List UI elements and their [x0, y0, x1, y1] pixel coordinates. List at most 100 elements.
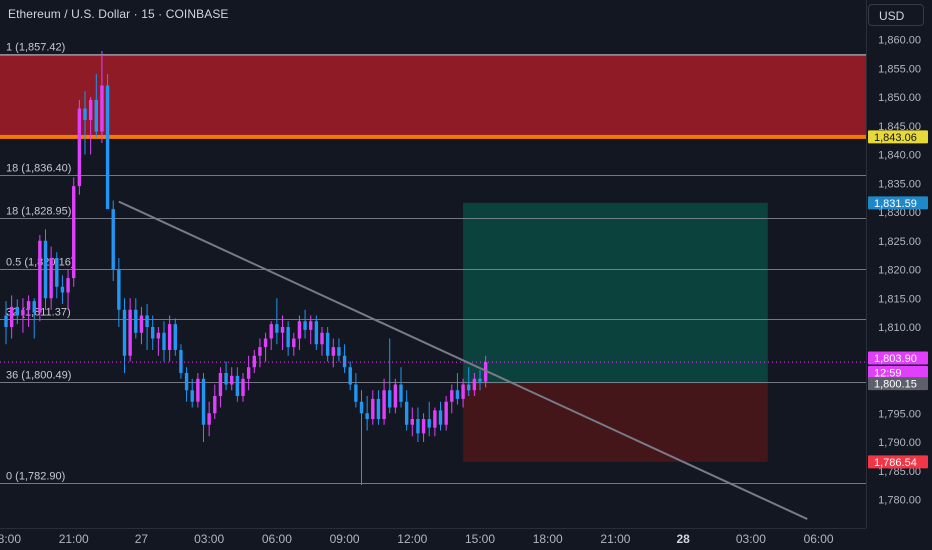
candle[interactable]	[241, 373, 245, 402]
candle[interactable]	[365, 396, 369, 431]
candle[interactable]	[43, 229, 48, 310]
candle[interactable]	[252, 350, 256, 373]
candle[interactable]	[388, 338, 392, 414]
candle[interactable]	[162, 321, 166, 362]
candle[interactable]	[297, 315, 302, 351]
candle[interactable]	[438, 401, 443, 431]
candle[interactable]	[235, 367, 240, 402]
candle-body	[359, 401, 364, 414]
candle[interactable]	[128, 298, 132, 362]
candle[interactable]	[455, 373, 460, 405]
candle[interactable]	[218, 367, 223, 408]
candle[interactable]	[38, 235, 42, 322]
candle[interactable]	[179, 344, 183, 379]
candle[interactable]	[258, 338, 262, 368]
candle[interactable]	[66, 269, 70, 310]
candle[interactable]	[269, 321, 273, 350]
candle[interactable]	[303, 309, 307, 339]
candle[interactable]	[117, 258, 121, 327]
fib-level-label: 0 (1,782.90)	[6, 471, 65, 483]
candle-body	[348, 367, 352, 385]
candle-body	[382, 390, 386, 419]
candle[interactable]	[359, 390, 364, 486]
candle-body	[134, 309, 138, 333]
candle[interactable]	[207, 401, 211, 437]
price-tick-label: 1,825.00	[878, 236, 921, 248]
candle[interactable]	[354, 373, 358, 408]
time-axis[interactable]: 18:00 21:00 27 03:00 06:00 09:00 12:00 15:00 18:…	[0, 528, 866, 550]
candle[interactable]	[286, 321, 290, 356]
candle-body	[246, 367, 251, 379]
candle-body	[60, 286, 65, 293]
candle[interactable]	[376, 390, 381, 425]
candle[interactable]	[348, 361, 352, 391]
candle[interactable]	[156, 327, 161, 356]
candle[interactable]	[325, 327, 330, 362]
candle[interactable]	[371, 390, 375, 425]
candle[interactable]	[184, 367, 189, 402]
candle[interactable]	[292, 332, 296, 356]
candle[interactable]	[404, 390, 409, 431]
candle[interactable]	[201, 373, 206, 442]
candle[interactable]	[9, 295, 14, 339]
candle[interactable]	[111, 200, 115, 282]
candle[interactable]	[15, 299, 19, 325]
candle-body	[427, 419, 431, 428]
price-tick-label: 1,810.00	[878, 322, 921, 334]
price-label-stop-text: 1,786.54	[874, 457, 917, 469]
candle[interactable]	[382, 378, 386, 425]
candle[interactable]	[427, 401, 431, 437]
candle[interactable]	[246, 355, 251, 391]
candle[interactable]	[337, 338, 341, 362]
candle[interactable]	[450, 384, 454, 414]
candle[interactable]	[72, 177, 76, 287]
candle[interactable]	[105, 74, 110, 210]
price-axis[interactable]: 1,780.001,785.001,790.001,795.001,800.00…	[866, 0, 932, 550]
candle[interactable]	[21, 298, 25, 333]
candle[interactable]	[393, 378, 398, 414]
candle[interactable]	[331, 338, 335, 368]
candle[interactable]	[314, 315, 319, 351]
time-tick-label: 09:00	[330, 532, 360, 546]
candle[interactable]	[416, 407, 420, 443]
symbol-title: Ethereum / U.S. Dollar · 15 · COINBASE	[8, 7, 229, 21]
candle[interactable]	[173, 318, 177, 356]
candle[interactable]	[433, 407, 437, 437]
candle-body	[388, 390, 392, 408]
candle[interactable]	[399, 367, 403, 408]
candle[interactable]	[320, 327, 324, 356]
candle[interactable]	[410, 407, 414, 437]
candle[interactable]	[55, 252, 59, 299]
candle-body	[455, 390, 460, 399]
candle[interactable]	[421, 413, 426, 442]
candle[interactable]	[263, 332, 268, 362]
candle-body	[162, 332, 166, 350]
candle[interactable]	[342, 344, 347, 373]
candle[interactable]	[190, 378, 194, 408]
candle[interactable]	[275, 298, 279, 345]
price-chart[interactable]: 1 (1,857.42)18 (1,836.40)18 (1,828.95)0.…	[0, 0, 932, 550]
candle[interactable]	[145, 304, 149, 350]
candle[interactable]	[139, 306, 144, 345]
candle-body	[286, 327, 290, 348]
candle[interactable]	[151, 315, 155, 351]
candle[interactable]	[134, 298, 138, 339]
candle-body	[32, 301, 36, 313]
fib-level-label: 18 (1,836.40)	[6, 163, 71, 175]
candle[interactable]	[213, 384, 217, 420]
candle[interactable]	[167, 315, 172, 362]
candle[interactable]	[280, 315, 285, 351]
candle[interactable]	[77, 99, 82, 195]
candle[interactable]	[224, 361, 228, 391]
currency-button[interactable]: USD	[868, 4, 924, 26]
candle-body	[111, 209, 115, 270]
candle-body	[196, 378, 200, 402]
candle[interactable]	[196, 373, 200, 408]
candle[interactable]	[60, 275, 65, 304]
candle-body	[224, 373, 228, 385]
candle-body	[342, 355, 347, 368]
candle[interactable]	[444, 396, 448, 431]
candle-body	[241, 378, 245, 396]
candle-body	[156, 332, 161, 339]
candle[interactable]	[230, 367, 234, 391]
